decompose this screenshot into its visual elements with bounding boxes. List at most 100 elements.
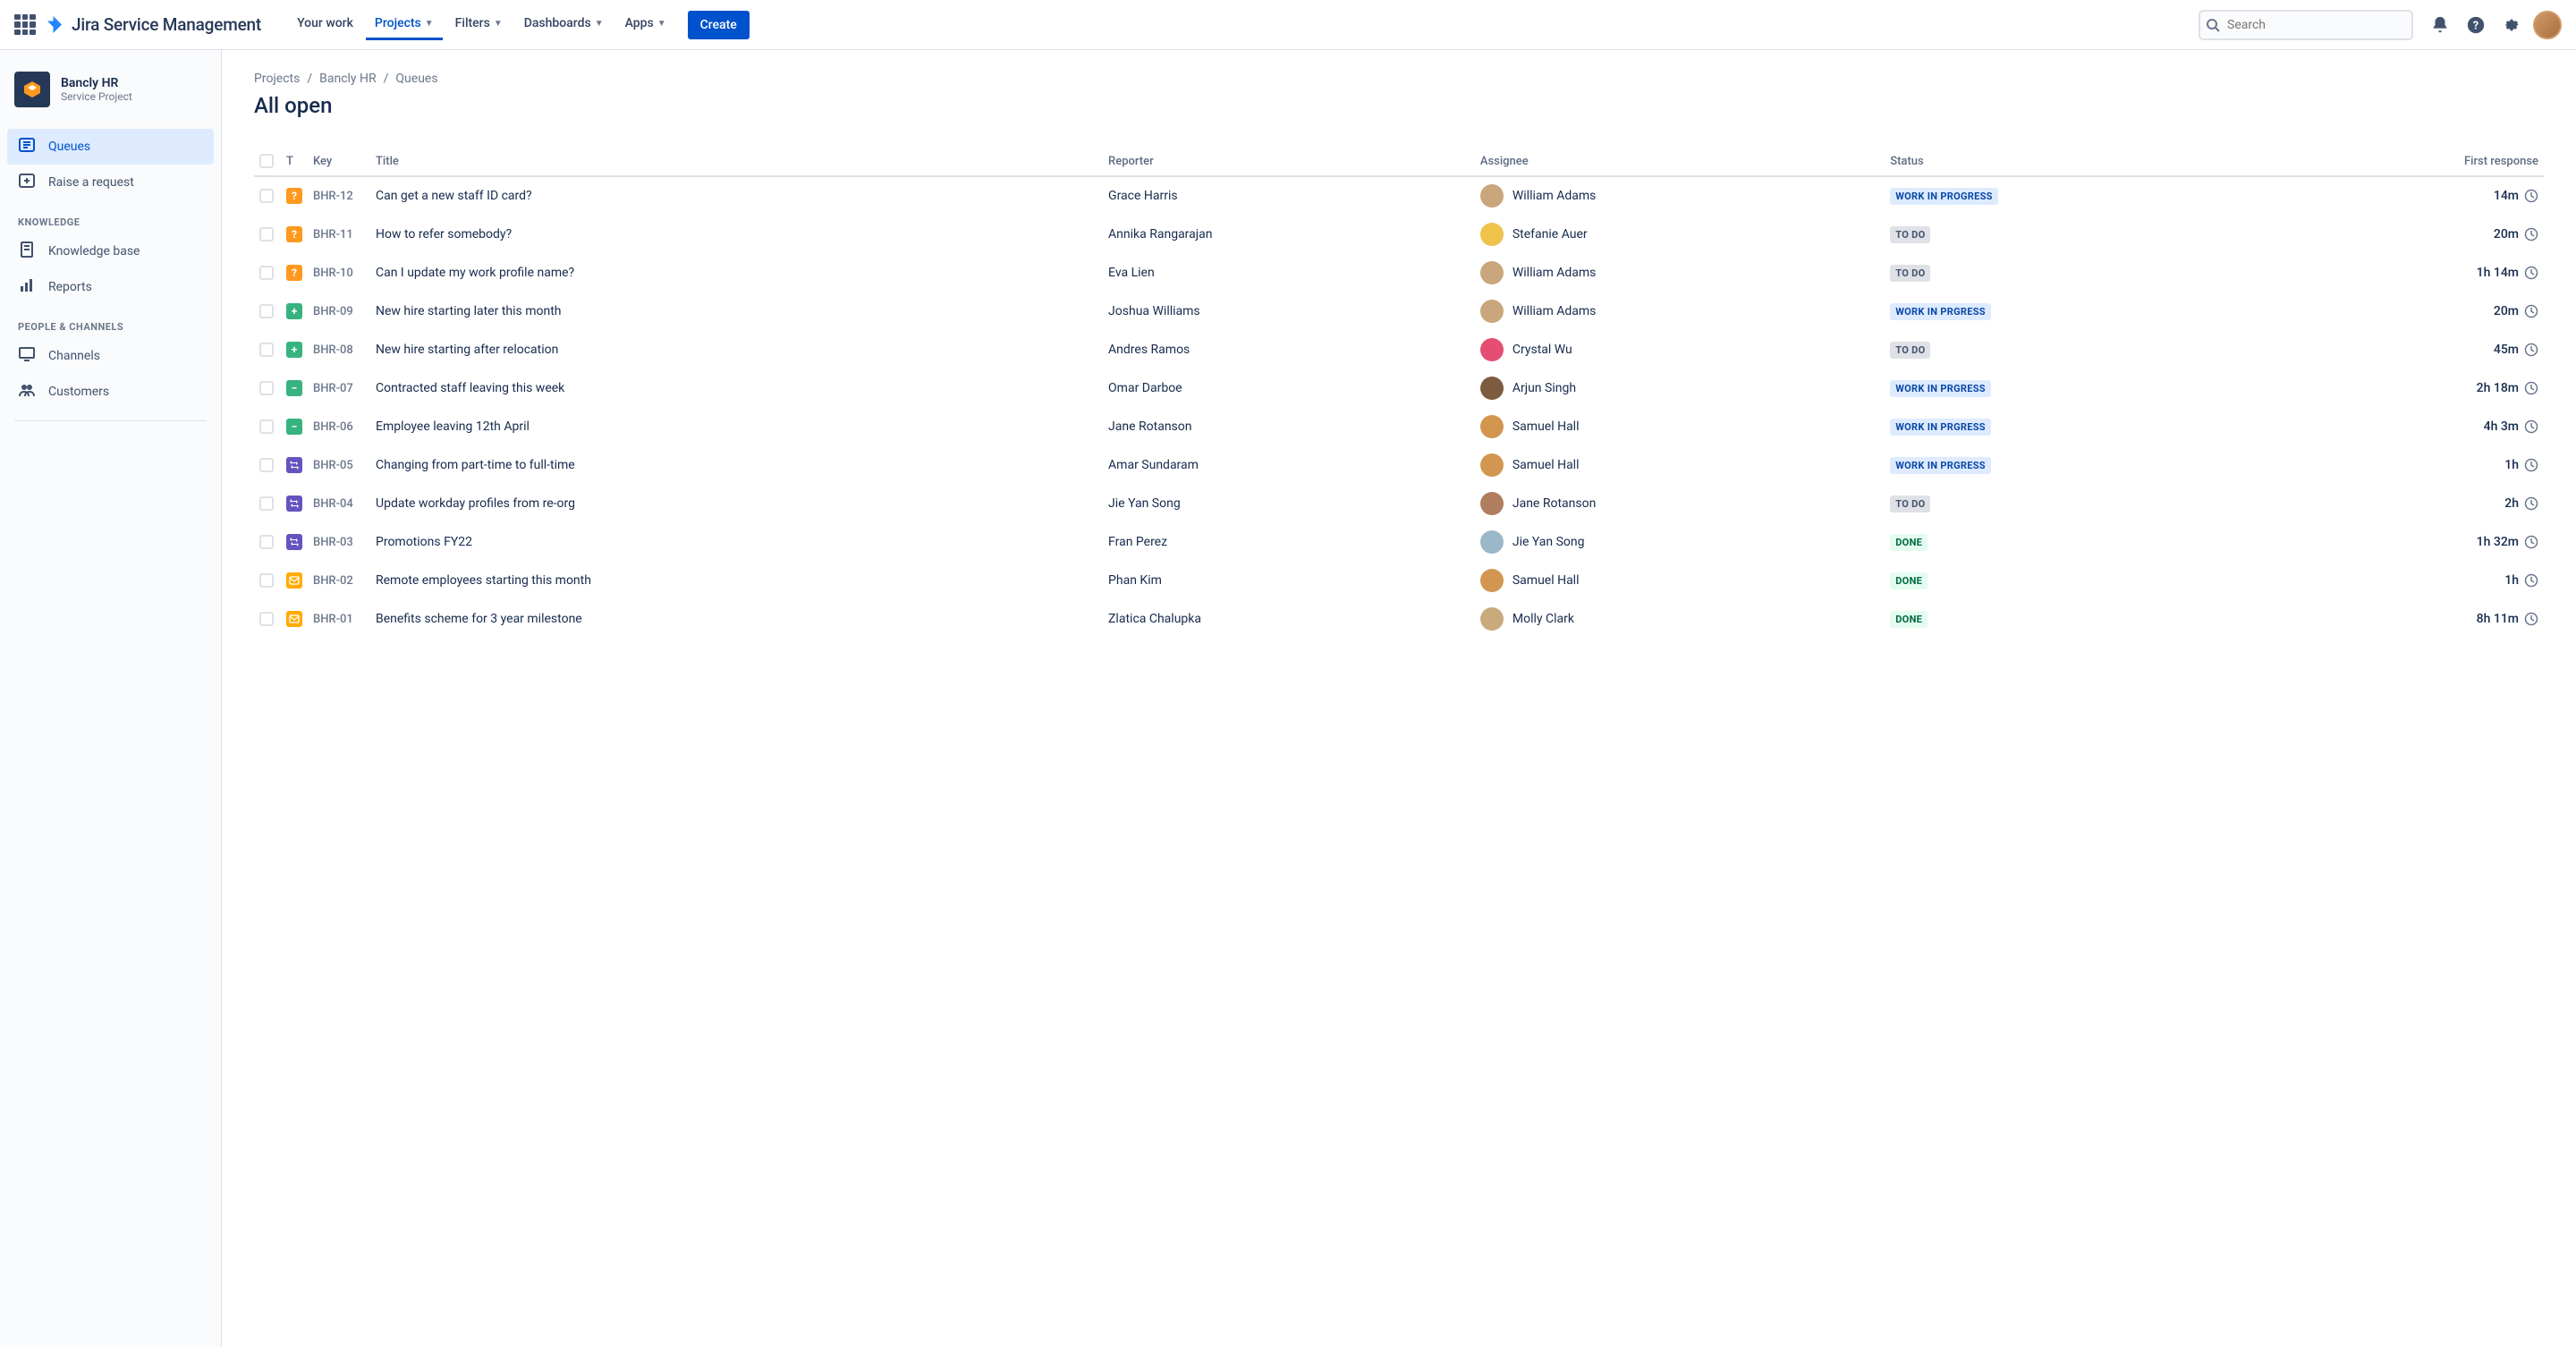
sidebar-item-raise-a-request[interactable]: Raise a request xyxy=(7,165,214,200)
table-row[interactable]: BHR-05Changing from part-time to full-ti… xyxy=(254,446,2544,485)
table-row[interactable]: BHR-02Remote employees starting this mon… xyxy=(254,562,2544,600)
issue-title[interactable]: Promotions FY22 xyxy=(370,523,1103,562)
row-checkbox[interactable] xyxy=(259,458,274,472)
search-input[interactable] xyxy=(2199,10,2413,40)
nav-filters[interactable]: Filters▼ xyxy=(446,9,512,40)
row-checkbox[interactable] xyxy=(259,343,274,357)
status-badge[interactable]: DONE xyxy=(1890,572,1928,589)
row-checkbox[interactable] xyxy=(259,612,274,626)
nav-dashboards[interactable]: Dashboards▼ xyxy=(515,9,613,40)
status-badge[interactable]: TO DO xyxy=(1890,496,1930,513)
assignee-avatar[interactable] xyxy=(1480,377,1504,400)
assignee-avatar[interactable] xyxy=(1480,338,1504,361)
issue-title[interactable]: Contracted staff leaving this week xyxy=(370,369,1103,408)
assignee-avatar[interactable] xyxy=(1480,300,1504,323)
project-header[interactable]: Bancly HR Service Project xyxy=(7,64,214,114)
breadcrumb-item[interactable]: Bancly HR xyxy=(319,72,377,86)
column-header[interactable]: Title xyxy=(370,147,1103,176)
assignee-avatar[interactable] xyxy=(1480,530,1504,554)
assignee-avatar[interactable] xyxy=(1480,261,1504,284)
issue-key[interactable]: BHR-06 xyxy=(308,408,370,446)
column-header[interactable]: T xyxy=(281,147,308,176)
settings-icon[interactable] xyxy=(2497,11,2526,39)
assignee-avatar[interactable] xyxy=(1480,607,1504,631)
issue-title[interactable]: Benefits scheme for 3 year milestone xyxy=(370,600,1103,639)
assignee-avatar[interactable] xyxy=(1480,492,1504,515)
table-row[interactable]: −BHR-07Contracted staff leaving this wee… xyxy=(254,369,2544,408)
row-checkbox[interactable] xyxy=(259,227,274,241)
assignee-avatar[interactable] xyxy=(1480,569,1504,592)
assignee-avatar[interactable] xyxy=(1480,184,1504,208)
status-badge[interactable]: TO DO xyxy=(1890,342,1930,359)
sidebar-item-reports[interactable]: Reports xyxy=(7,269,214,305)
column-header[interactable]: Key xyxy=(308,147,370,176)
sidebar-item-channels[interactable]: Channels xyxy=(7,338,214,374)
select-all-checkbox[interactable] xyxy=(259,154,274,168)
status-badge[interactable]: DONE xyxy=(1890,534,1928,551)
create-button[interactable]: Create xyxy=(688,11,750,39)
status-badge[interactable]: WORK IN PRGRESS xyxy=(1890,303,1991,320)
issue-title[interactable]: Update workday profiles from re-org xyxy=(370,485,1103,523)
row-checkbox[interactable] xyxy=(259,189,274,203)
issue-title[interactable]: Changing from part-time to full-time xyxy=(370,446,1103,485)
issue-title[interactable]: How to refer somebody? xyxy=(370,216,1103,254)
status-badge[interactable]: WORK IN PRGRESS xyxy=(1890,419,1991,436)
breadcrumb-item[interactable]: Projects xyxy=(254,72,300,86)
issue-key[interactable]: BHR-11 xyxy=(308,216,370,254)
issue-key[interactable]: BHR-04 xyxy=(308,485,370,523)
table-row[interactable]: BHR-01Benefits scheme for 3 year milesto… xyxy=(254,600,2544,639)
status-badge[interactable]: DONE xyxy=(1890,611,1928,628)
breadcrumb-item[interactable]: Queues xyxy=(395,72,437,86)
issue-key[interactable]: BHR-01 xyxy=(308,600,370,639)
issue-key[interactable]: BHR-12 xyxy=(308,176,370,216)
nav-apps[interactable]: Apps▼ xyxy=(616,9,675,40)
issue-title[interactable]: Remote employees starting this month xyxy=(370,562,1103,600)
issue-key[interactable]: BHR-03 xyxy=(308,523,370,562)
column-header[interactable]: Status xyxy=(1885,147,2268,176)
issue-key[interactable]: BHR-07 xyxy=(308,369,370,408)
sidebar-item-queues[interactable]: Queues xyxy=(7,129,214,165)
issue-title[interactable]: New hire starting after relocation xyxy=(370,331,1103,369)
nav-your-work[interactable]: Your work xyxy=(288,9,362,40)
notifications-icon[interactable] xyxy=(2426,11,2454,39)
table-row[interactable]: BHR-03Promotions FY22Fran PerezJie Yan S… xyxy=(254,523,2544,562)
assignee-avatar[interactable] xyxy=(1480,223,1504,246)
column-header[interactable]: Assignee xyxy=(1475,147,1885,176)
row-checkbox[interactable] xyxy=(259,381,274,395)
row-checkbox[interactable] xyxy=(259,266,274,280)
issue-title[interactable]: Can get a new staff ID card? xyxy=(370,176,1103,216)
app-switcher-icon[interactable] xyxy=(14,14,36,36)
issue-key[interactable]: BHR-08 xyxy=(308,331,370,369)
sidebar-item-knowledge-base[interactable]: Knowledge base xyxy=(7,233,214,269)
sidebar-item-customers[interactable]: Customers xyxy=(7,374,214,410)
issue-key[interactable]: BHR-09 xyxy=(308,292,370,331)
status-badge[interactable]: WORK IN PRGRESS xyxy=(1890,380,1991,397)
row-checkbox[interactable] xyxy=(259,573,274,588)
status-badge[interactable]: TO DO xyxy=(1890,265,1930,282)
table-row[interactable]: −BHR-06Employee leaving 12th AprilJane R… xyxy=(254,408,2544,446)
row-checkbox[interactable] xyxy=(259,496,274,511)
issue-key[interactable]: BHR-02 xyxy=(308,562,370,600)
column-header[interactable] xyxy=(254,147,281,176)
issue-title[interactable]: Employee leaving 12th April xyxy=(370,408,1103,446)
column-header[interactable]: First response xyxy=(2268,147,2544,176)
issue-key[interactable]: BHR-05 xyxy=(308,446,370,485)
row-checkbox[interactable] xyxy=(259,535,274,549)
status-badge[interactable]: WORK IN PROGRESS xyxy=(1890,188,1998,205)
table-row[interactable]: ?BHR-10Can I update my work profile name… xyxy=(254,254,2544,292)
assignee-avatar[interactable] xyxy=(1480,415,1504,438)
status-badge[interactable]: WORK IN PRGRESS xyxy=(1890,457,1991,474)
issue-title[interactable]: New hire starting later this month xyxy=(370,292,1103,331)
nav-projects[interactable]: Projects▼ xyxy=(366,9,443,40)
status-badge[interactable]: TO DO xyxy=(1890,226,1930,243)
table-row[interactable]: BHR-04Update workday profiles from re-or… xyxy=(254,485,2544,523)
row-checkbox[interactable] xyxy=(259,419,274,434)
help-icon[interactable]: ? xyxy=(2462,11,2490,39)
column-header[interactable]: Reporter xyxy=(1103,147,1475,176)
table-row[interactable]: +BHR-08New hire starting after relocatio… xyxy=(254,331,2544,369)
assignee-avatar[interactable] xyxy=(1480,453,1504,477)
user-avatar[interactable] xyxy=(2533,11,2562,39)
table-row[interactable]: ?BHR-11How to refer somebody?Annika Rang… xyxy=(254,216,2544,254)
table-row[interactable]: ?BHR-12Can get a new staff ID card?Grace… xyxy=(254,176,2544,216)
issue-title[interactable]: Can I update my work profile name? xyxy=(370,254,1103,292)
